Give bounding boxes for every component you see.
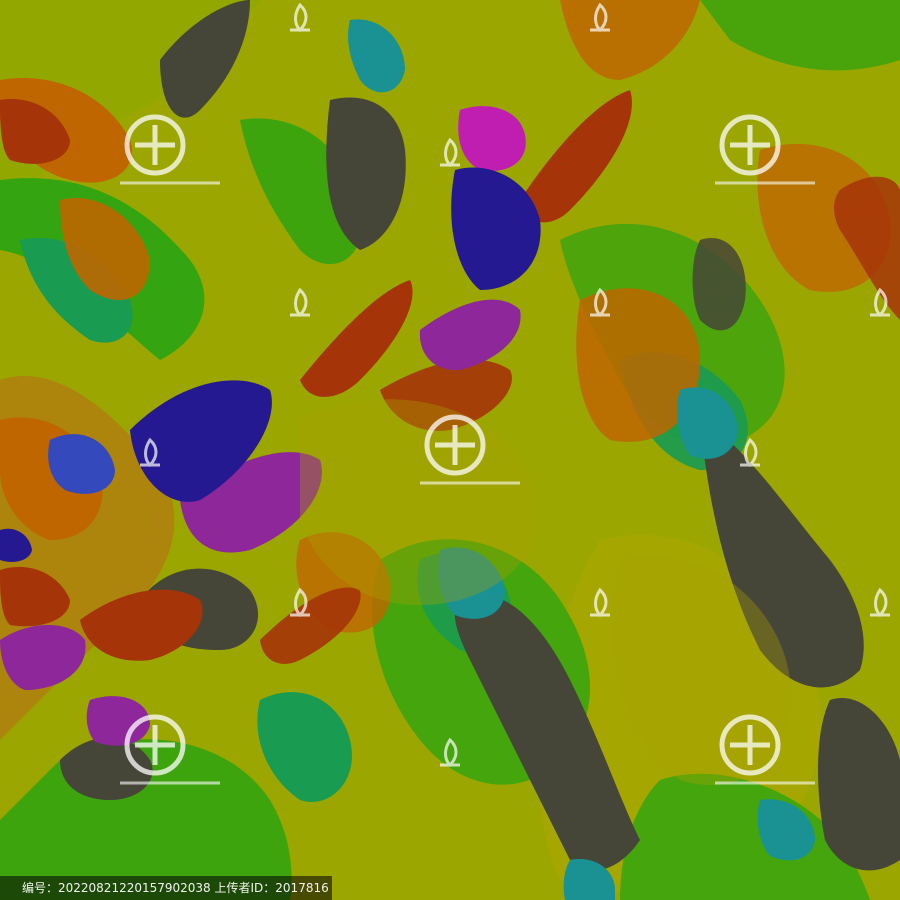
- image-info-text: 编号：20220821220157902038 上传者ID：2017816: [22, 881, 329, 895]
- abstract-painting: [0, 0, 900, 900]
- image-info-bar: 编号：20220821220157902038 上传者ID：2017816: [0, 876, 332, 900]
